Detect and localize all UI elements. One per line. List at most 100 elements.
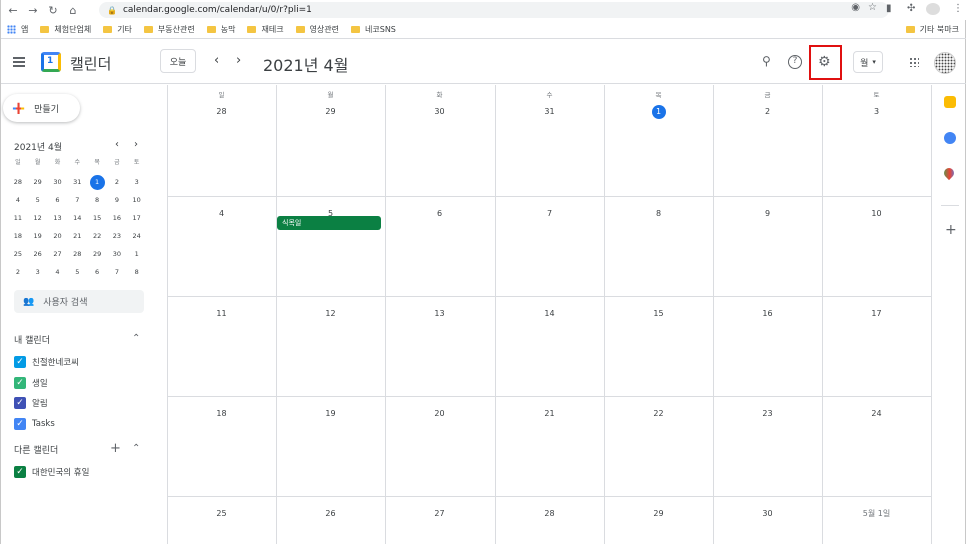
- day-number[interactable]: 14: [543, 307, 557, 321]
- mini-day[interactable]: 19: [28, 228, 48, 246]
- reload-icon[interactable]: ↻: [43, 4, 63, 17]
- mini-day[interactable]: 28: [8, 174, 28, 192]
- event-chip[interactable]: 식목일: [277, 216, 381, 230]
- mini-prev-icon[interactable]: ‹: [115, 139, 119, 150]
- mini-day[interactable]: 2: [107, 174, 127, 192]
- bookmark-item[interactable]: 체험단업체: [40, 24, 91, 35]
- day-cell[interactable]: 25: [167, 496, 276, 544]
- mini-day[interactable]: 4: [48, 264, 68, 282]
- profile-icon[interactable]: [926, 3, 940, 15]
- day-cell[interactable]: 15: [604, 296, 713, 396]
- day-number[interactable]: 10: [870, 207, 884, 221]
- day-cell[interactable]: 24: [822, 396, 931, 496]
- mini-day[interactable]: 13: [48, 210, 68, 228]
- mini-day[interactable]: 27: [48, 246, 68, 264]
- mini-day[interactable]: 6: [87, 264, 107, 282]
- day-number[interactable]: 18: [215, 407, 229, 421]
- mini-day[interactable]: 5: [28, 192, 48, 210]
- add-calendar-icon[interactable]: +: [110, 441, 121, 456]
- calendar-logo[interactable]: 1: [41, 52, 61, 72]
- day-cell[interactable]: 일 28: [167, 85, 276, 196]
- star-icon[interactable]: ☆: [868, 2, 877, 13]
- day-cell[interactable]: 16: [713, 296, 822, 396]
- day-number[interactable]: 24: [870, 407, 884, 421]
- mini-day[interactable]: 1: [127, 246, 147, 264]
- day-cell[interactable]: 13: [385, 296, 494, 396]
- bookmark-item[interactable]: 재테크: [247, 24, 284, 35]
- day-number[interactable]: 23: [761, 407, 775, 421]
- account-avatar[interactable]: [934, 52, 956, 74]
- mini-day[interactable]: 8: [127, 264, 147, 282]
- calendar-list-item[interactable]: ✓ 생일: [14, 376, 48, 389]
- mini-day[interactable]: 12: [28, 210, 48, 228]
- other-bookmarks[interactable]: 기타 북마크: [905, 24, 959, 35]
- day-number[interactable]: 3: [870, 105, 884, 119]
- day-number[interactable]: 28: [543, 507, 557, 521]
- mini-day[interactable]: 26: [28, 246, 48, 264]
- day-number[interactable]: 30: [761, 507, 775, 521]
- mini-day[interactable]: 2: [8, 264, 28, 282]
- extension-icon[interactable]: ▮: [886, 3, 892, 14]
- day-cell[interactable]: 8: [604, 196, 713, 296]
- next-month-icon[interactable]: ›: [236, 53, 241, 68]
- day-number[interactable]: 5월 1일: [863, 507, 890, 521]
- keep-icon[interactable]: [944, 96, 956, 108]
- day-number[interactable]: 17: [870, 307, 884, 321]
- mini-day[interactable]: 9: [107, 192, 127, 210]
- day-cell[interactable]: 월 29: [276, 85, 385, 196]
- mini-day[interactable]: 30: [107, 246, 127, 264]
- address-bar[interactable]: 🔒 calendar.google.com/calendar/u/0/r?pli…: [99, 2, 889, 18]
- main-menu-icon[interactable]: [13, 57, 25, 67]
- day-cell[interactable]: 20: [385, 396, 494, 496]
- people-search[interactable]: 👥 사용자 검색: [14, 290, 144, 313]
- mini-day[interactable]: 16: [107, 210, 127, 228]
- bookmark-item[interactable]: 영상관련: [295, 24, 339, 35]
- search-icon[interactable]: ⚲: [762, 54, 771, 68]
- day-number[interactable]: 13: [433, 307, 447, 321]
- mini-day[interactable]: 14: [67, 210, 87, 228]
- day-cell[interactable]: 28: [495, 496, 604, 544]
- mini-day[interactable]: 5: [67, 264, 87, 282]
- prev-month-icon[interactable]: ‹: [214, 53, 219, 68]
- day-number[interactable]: 2: [761, 105, 775, 119]
- day-number[interactable]: 29: [324, 105, 338, 119]
- mini-day[interactable]: 29: [28, 174, 48, 192]
- help-icon[interactable]: ?: [788, 55, 802, 69]
- mini-day[interactable]: 20: [48, 228, 68, 246]
- collapse-icon[interactable]: ⌃: [132, 443, 140, 454]
- day-cell[interactable]: 9: [713, 196, 822, 296]
- day-number[interactable]: 29: [652, 507, 666, 521]
- mini-next-icon[interactable]: ›: [134, 139, 138, 150]
- mini-day[interactable]: 23: [107, 228, 127, 246]
- mini-day[interactable]: 3: [127, 174, 147, 192]
- day-cell[interactable]: 10: [822, 196, 931, 296]
- mini-day[interactable]: 18: [8, 228, 28, 246]
- day-cell[interactable]: 6: [385, 196, 494, 296]
- day-cell[interactable]: 수 31: [495, 85, 604, 196]
- mini-day[interactable]: 28: [67, 246, 87, 264]
- mini-day[interactable]: 10: [127, 192, 147, 210]
- day-cell[interactable]: 14: [495, 296, 604, 396]
- bookmark-item[interactable]: 농막: [206, 24, 235, 35]
- calendar-list-item[interactable]: ✓ 알림: [14, 397, 48, 409]
- bookmark-item[interactable]: 기타: [103, 24, 132, 35]
- mini-day[interactable]: 8: [87, 192, 107, 210]
- day-cell[interactable]: 7: [495, 196, 604, 296]
- day-number[interactable]: 31: [543, 105, 557, 119]
- day-cell[interactable]: 5: [276, 196, 385, 296]
- calendar-list-item[interactable]: ✓ Tasks: [14, 417, 55, 430]
- day-cell[interactable]: 30: [713, 496, 822, 544]
- day-cell[interactable]: 21: [495, 396, 604, 496]
- day-number[interactable]: 30: [433, 105, 447, 119]
- mini-day[interactable]: 21: [67, 228, 87, 246]
- mini-day[interactable]: 11: [8, 210, 28, 228]
- bookmark-item[interactable]: 부동산관련: [143, 24, 195, 35]
- maps-icon[interactable]: [941, 165, 957, 181]
- mini-day[interactable]: 24: [127, 228, 147, 246]
- day-cell[interactable]: 토3: [822, 85, 931, 196]
- create-button[interactable]: + 만들기: [3, 94, 80, 122]
- checkbox-icon[interactable]: ✓: [14, 466, 26, 478]
- day-number[interactable]: 4: [215, 207, 229, 221]
- bookmark-item[interactable]: 네코SNS: [351, 24, 396, 35]
- mini-day[interactable]: 3: [28, 264, 48, 282]
